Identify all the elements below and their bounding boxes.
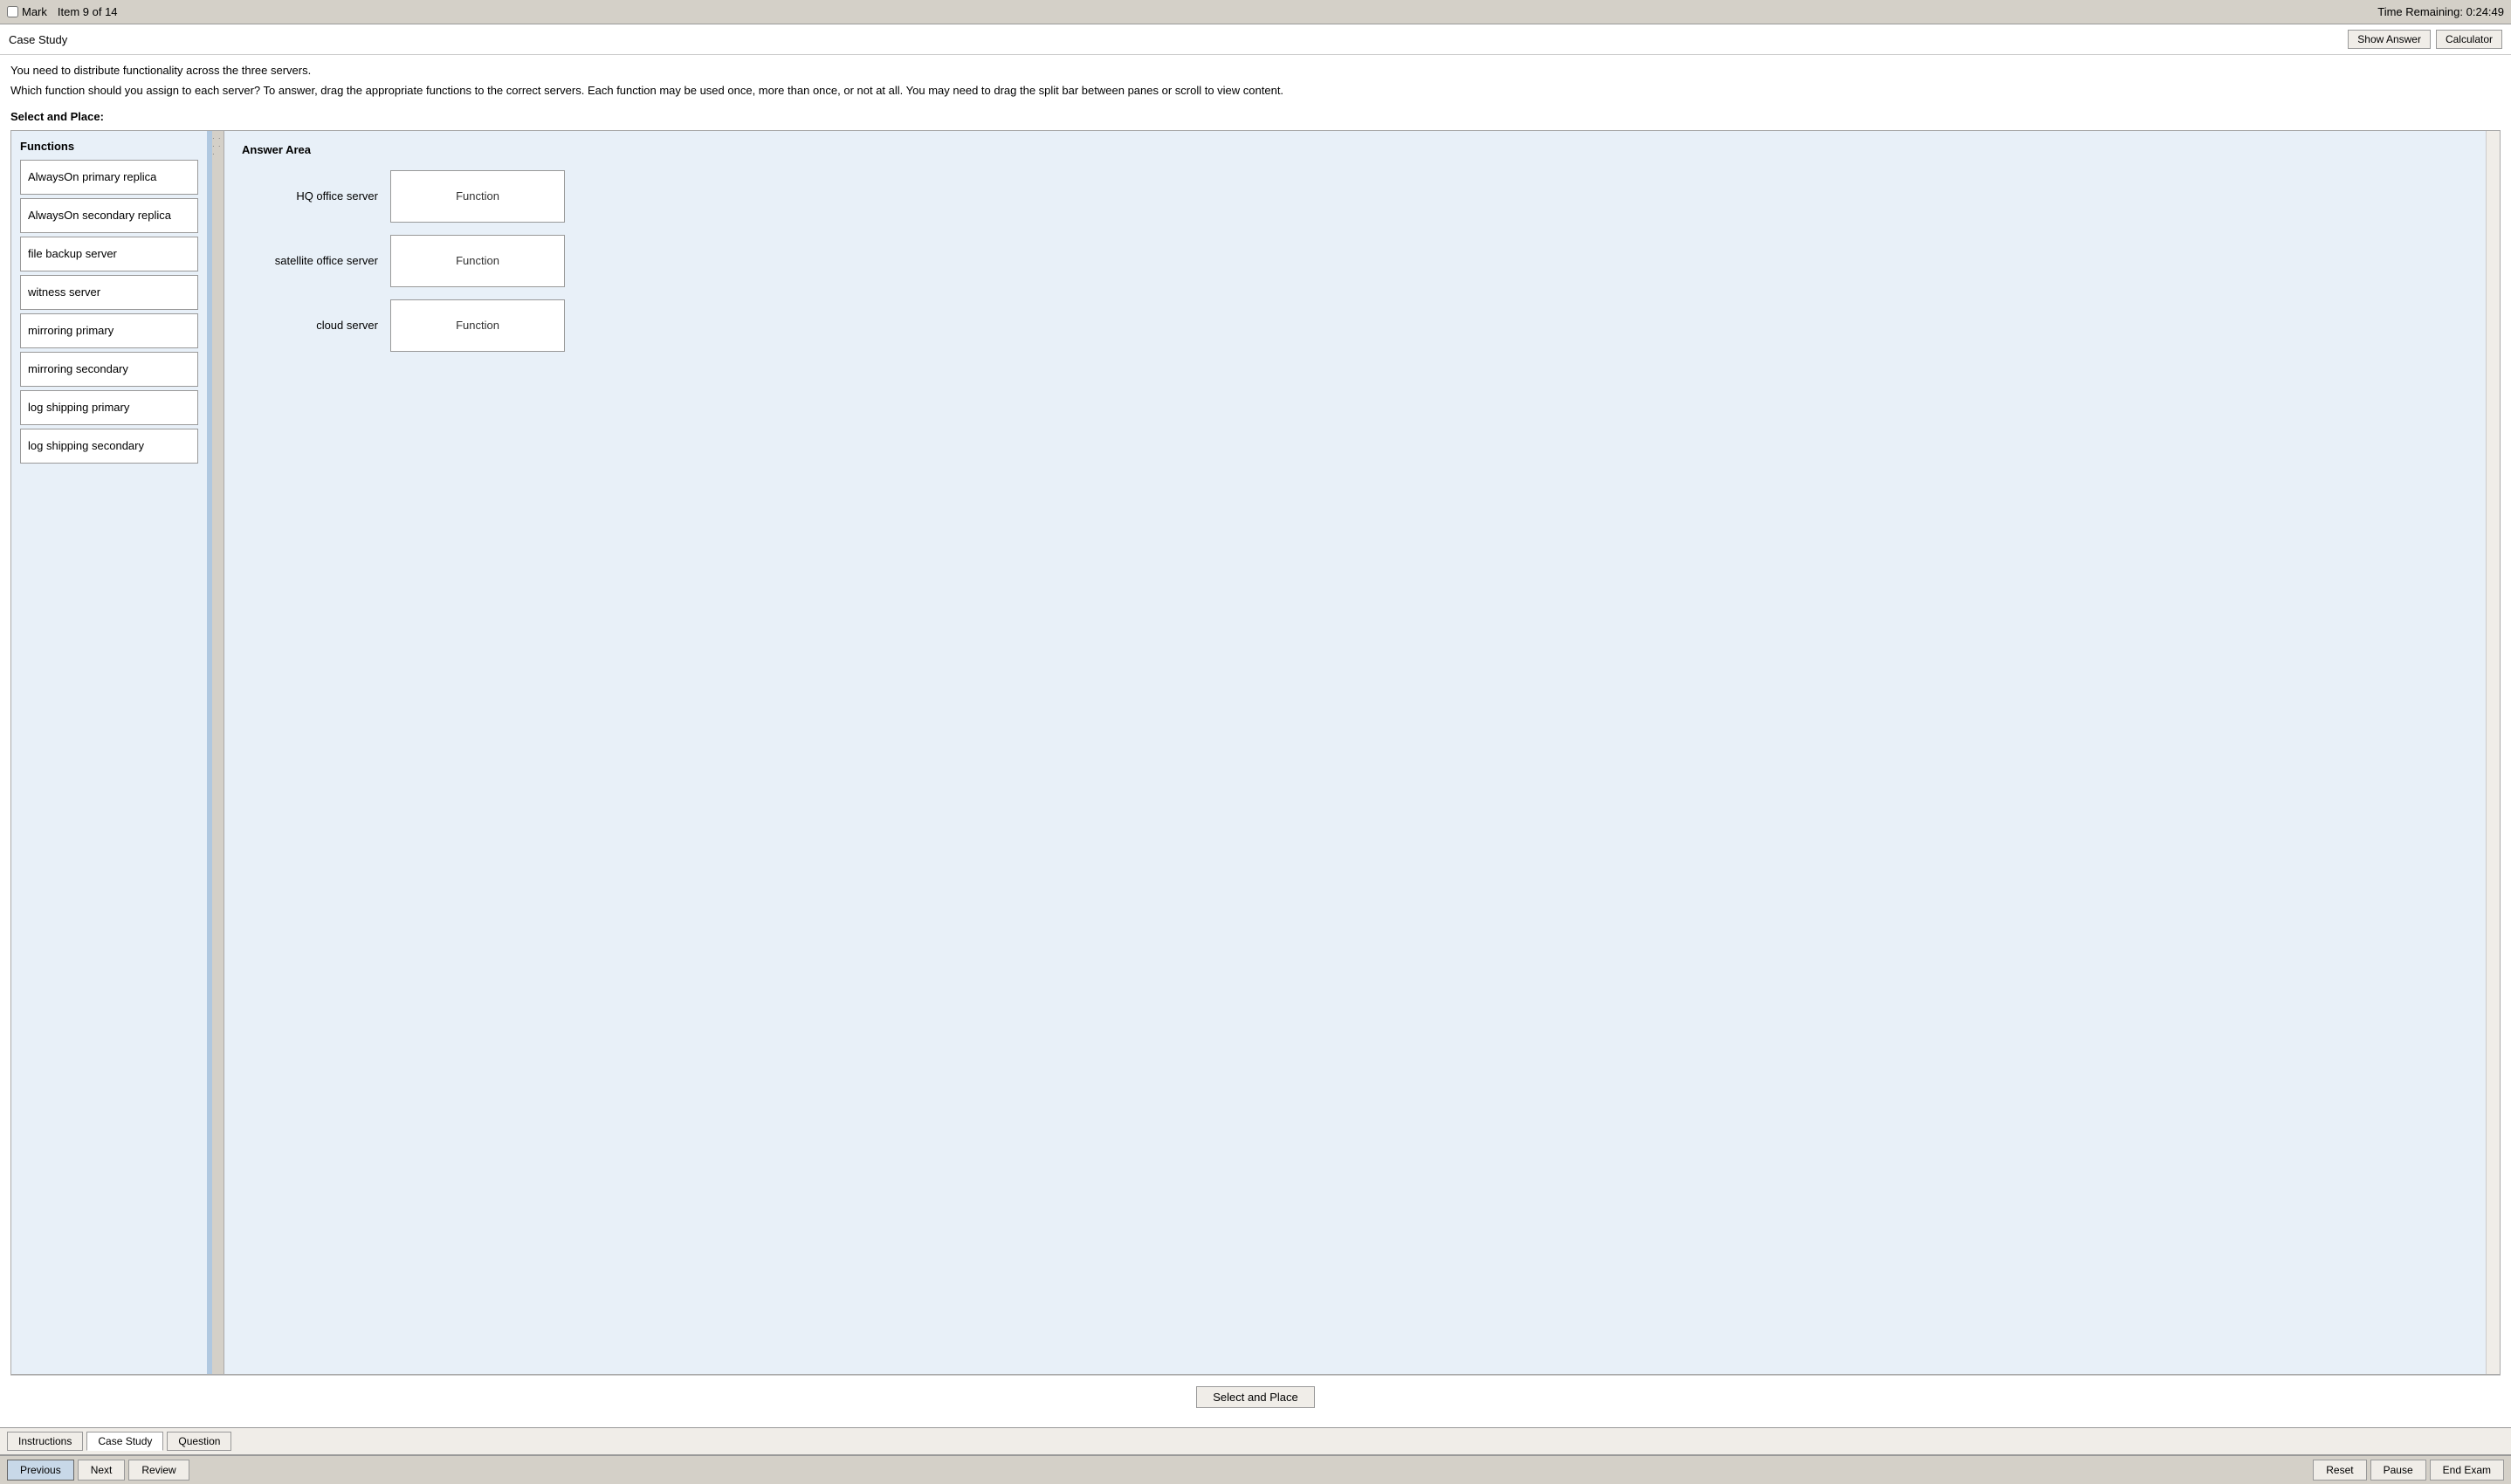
server-label-1: satellite office server xyxy=(242,254,390,267)
function-drop-box-0[interactable]: Function xyxy=(390,170,565,223)
function-item-f2[interactable]: AlwaysOn secondary replica xyxy=(20,198,198,233)
nav-left: Previous Next Review xyxy=(7,1460,189,1481)
function-items-container: AlwaysOn primary replicaAlwaysOn seconda… xyxy=(20,160,198,467)
tab-buttons-container: InstructionsCase StudyQuestion xyxy=(7,1432,231,1451)
function-item-f7[interactable]: log shipping primary xyxy=(20,390,198,425)
split-divider[interactable]: · · · · · xyxy=(212,131,224,1375)
mark-input[interactable] xyxy=(7,6,18,17)
drag-area: Functions AlwaysOn primary replicaAlways… xyxy=(10,130,2501,1376)
header-area: Case Study Show Answer Calculator xyxy=(0,24,2511,55)
answer-row-1: satellite office serverFunction xyxy=(242,235,2468,287)
tab-instructions[interactable]: Instructions xyxy=(7,1432,83,1451)
next-button[interactable]: Next xyxy=(78,1460,126,1481)
tab-question[interactable]: Question xyxy=(167,1432,231,1451)
functions-title: Functions xyxy=(20,140,198,153)
server-label-0: HQ office server xyxy=(242,189,390,203)
tab-case-study[interactable]: Case Study xyxy=(86,1432,163,1451)
instruction-line1: You need to distribute functionality acr… xyxy=(10,64,2501,77)
select-and-place-button[interactable]: Select and Place xyxy=(1196,1386,1315,1408)
calculator-button[interactable]: Calculator xyxy=(2436,30,2502,49)
tab-bar: InstructionsCase StudyQuestion xyxy=(0,1427,2511,1455)
reset-button[interactable]: Reset xyxy=(2313,1460,2366,1481)
end-exam-button[interactable]: End Exam xyxy=(2430,1460,2504,1481)
top-bar: Mark Item 9 of 14 Time Remaining: 0:24:4… xyxy=(0,0,2511,24)
nav-right: Reset Pause End Exam xyxy=(2313,1460,2504,1481)
review-button[interactable]: Review xyxy=(128,1460,189,1481)
case-study-title: Case Study xyxy=(9,33,67,46)
bottom-action-area: Select and Place xyxy=(10,1375,2501,1419)
answer-row-0: HQ office serverFunction xyxy=(242,170,2468,223)
nav-bar: Previous Next Review Reset Pause End Exa… xyxy=(0,1455,2511,1484)
function-drop-box-2[interactable]: Function xyxy=(390,299,565,352)
time-remaining: Time Remaining: 0:24:49 xyxy=(2377,5,2504,18)
answer-area-title: Answer Area xyxy=(242,143,2468,156)
function-item-f6[interactable]: mirroring secondary xyxy=(20,352,198,387)
pause-button[interactable]: Pause xyxy=(2370,1460,2426,1481)
mark-label: Mark xyxy=(22,5,47,18)
previous-button[interactable]: Previous xyxy=(7,1460,74,1481)
function-item-f5[interactable]: mirroring primary xyxy=(20,313,198,348)
answer-row-2: cloud serverFunction xyxy=(242,299,2468,352)
answer-panel: Answer Area HQ office serverFunctionsate… xyxy=(224,131,2486,1375)
top-bar-left: Mark Item 9 of 14 xyxy=(7,5,118,18)
function-item-f4[interactable]: witness server xyxy=(20,275,198,310)
scrollbar-area[interactable] xyxy=(2486,131,2500,1375)
function-item-f3[interactable]: file backup server xyxy=(20,237,198,271)
function-drop-box-1[interactable]: Function xyxy=(390,235,565,287)
answer-rows-container: HQ office serverFunctionsatellite office… xyxy=(242,170,2468,352)
instruction-line2: Which function should you assign to each… xyxy=(10,82,2501,100)
item-info: Item 9 of 14 xyxy=(58,5,118,18)
header-buttons: Show Answer Calculator xyxy=(2348,30,2502,49)
functions-panel: Functions AlwaysOn primary replicaAlways… xyxy=(11,131,212,1375)
server-label-2: cloud server xyxy=(242,319,390,332)
function-item-f1[interactable]: AlwaysOn primary replica xyxy=(20,160,198,195)
show-answer-button[interactable]: Show Answer xyxy=(2348,30,2431,49)
content-area: You need to distribute functionality acr… xyxy=(0,55,2511,1427)
function-item-f8[interactable]: log shipping secondary xyxy=(20,429,198,464)
divider-dots-icon: · · · · · xyxy=(212,134,224,158)
select-place-label: Select and Place: xyxy=(10,110,2501,123)
mark-checkbox[interactable]: Mark xyxy=(7,5,47,18)
